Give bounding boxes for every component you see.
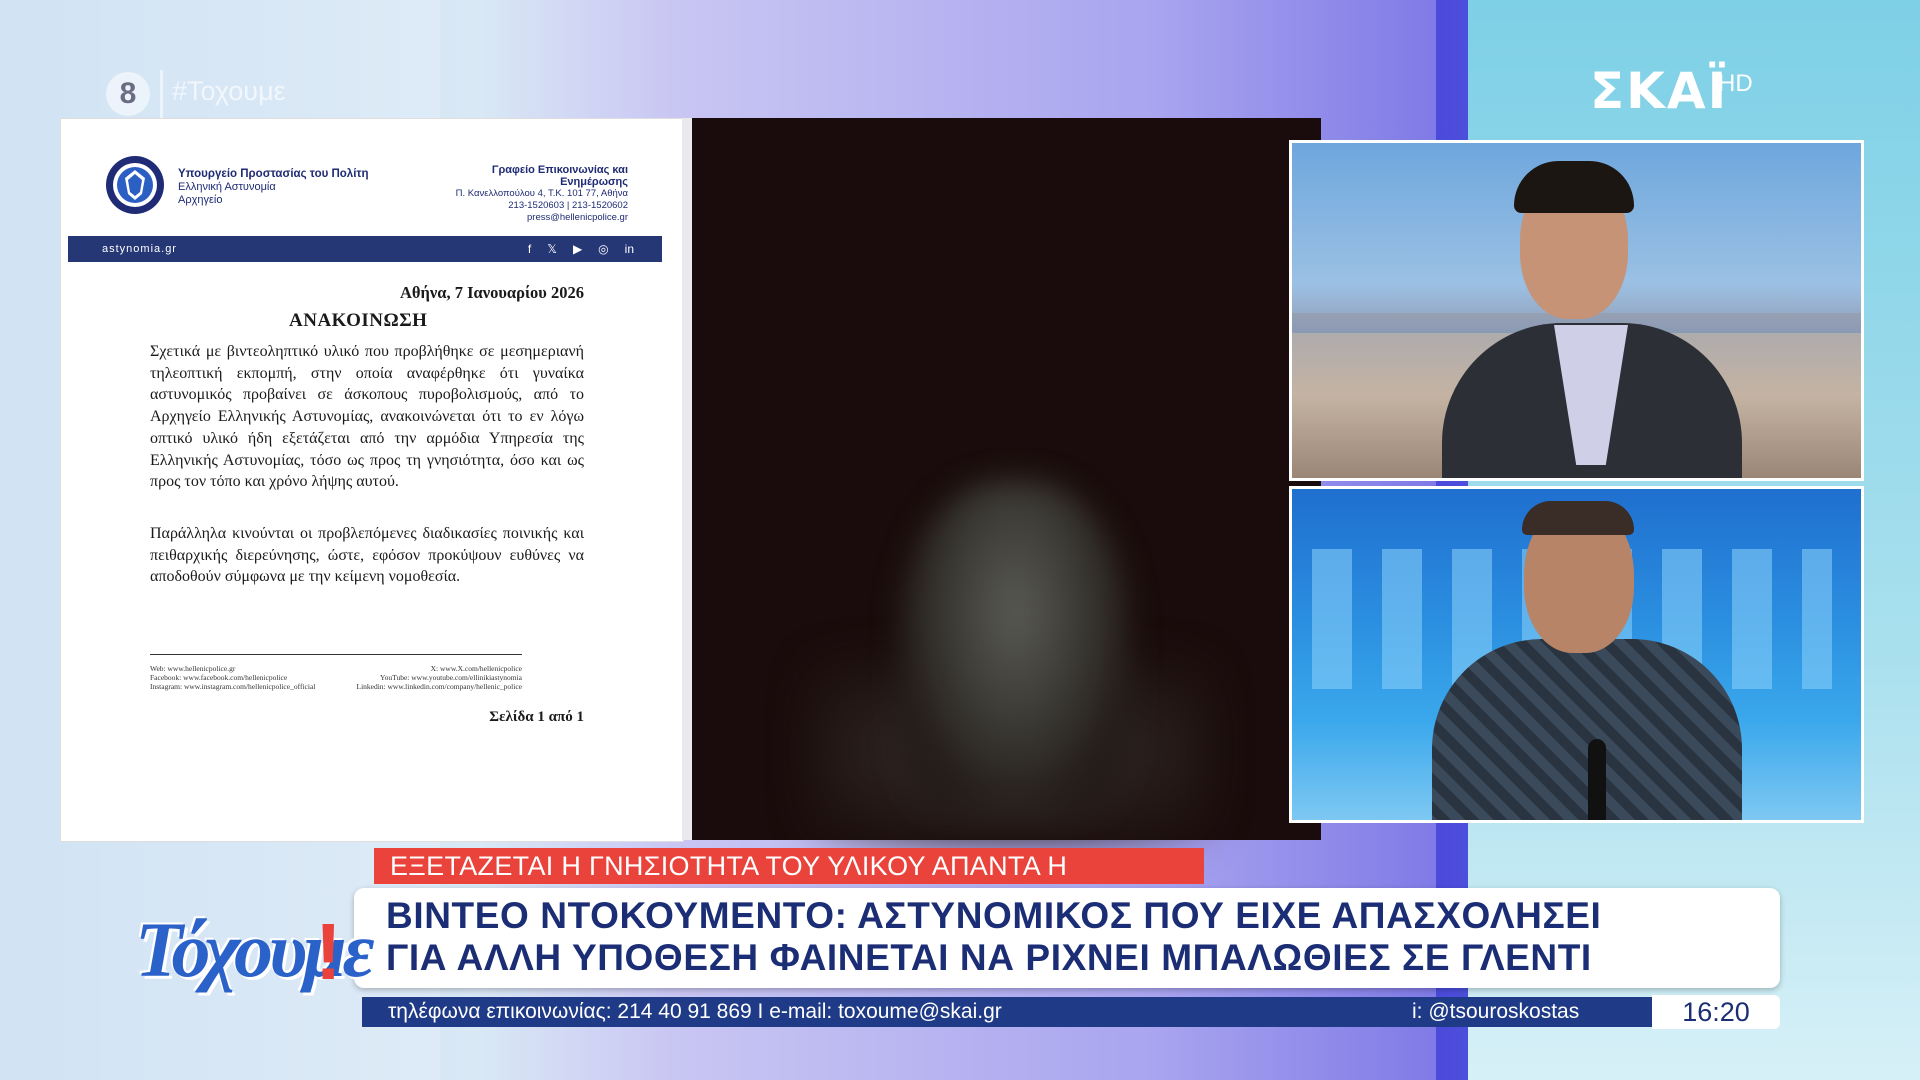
document-date: Αθήνα, 7 Ιανουαρίου 2026 xyxy=(399,283,584,302)
footer-links-left: Web: www.hellenicpolice.gr Facebook: www… xyxy=(150,664,315,691)
channel-number-badge: 8 xyxy=(106,72,150,116)
network-logo: ΣΚΑΪ xyxy=(1590,62,1729,120)
channel-separator xyxy=(160,70,163,118)
document-header-bar: astynomia.gr f 𝕏 ▶ ◎ in xyxy=(68,236,662,262)
ticker-contact: τηλέφωνα επικοινωνίας: 214 40 91 869 I e… xyxy=(388,1000,1002,1023)
guest-shirt xyxy=(1432,639,1742,820)
site-url: astynomia.gr xyxy=(102,243,177,255)
footer-link: Facebook: www.facebook.com/hellenicpolic… xyxy=(150,673,288,682)
facebook-icon: f xyxy=(527,242,532,256)
contact-ticker: τηλέφωνα επικοινωνίας: 214 40 91 869 I e… xyxy=(362,997,1652,1027)
instagram-icon: ◎ xyxy=(598,242,609,256)
ministry-line: Αρχηγείο xyxy=(178,194,223,206)
police-emblem-icon xyxy=(106,156,164,214)
ministry-block: Υπουργείο Προστασίας του Πολίτη Ελληνική… xyxy=(178,168,369,207)
network-hd-label: HD xyxy=(1718,70,1753,97)
presenter-hair xyxy=(1514,161,1634,213)
office-phone: 213-1520603 | 213-1520602 xyxy=(508,200,628,211)
guest-camera xyxy=(1289,486,1864,823)
office-block: Γραφείο Επικοινωνίας και Ενημέρωσης Π. Κ… xyxy=(430,164,628,224)
ministry-line: Ελληνική Αστυνομία xyxy=(178,181,276,193)
footer-link: Linkedin: www.linkedin.com/company/helle… xyxy=(356,682,522,691)
footer-link: Instagram: www.instagram.com/hellenicpol… xyxy=(150,682,316,691)
footer-rule xyxy=(150,654,522,655)
headline-line-1: ΒΙΝΤΕΟ ΝΤΟΚΟΥΜΕΝΤΟ: ΑΣΤΥΝΟΜΙΚΟΣ ΠΟΥ ΕΙΧΕ… xyxy=(386,895,1602,936)
footer-link: Web: www.hellenicpolice.gr xyxy=(150,664,236,673)
office-title: Γραφείο Επικοινωνίας και Ενημέρωσης xyxy=(491,164,628,188)
presenter-camera xyxy=(1289,140,1864,481)
youtube-icon: ▶ xyxy=(572,242,583,256)
show-logo-bang: ! xyxy=(315,907,342,996)
document-paragraph-1: Σχετικά με βιντεοληπτικό υλικό που προβλ… xyxy=(150,343,584,491)
channel-number: 8 xyxy=(119,77,137,110)
x-icon: 𝕏 xyxy=(547,242,557,256)
headline-line-2: ΓΙΑ ΑΛΛΗ ΥΠΟΘΕΣΗ ΦΑΙΝΕΤΑΙ ΝΑ ΡΙΧΝΕΙ ΜΠΑΛ… xyxy=(386,937,1592,978)
footer-link: X: www.X.com/hellenicpolice xyxy=(430,664,522,673)
document-edge xyxy=(682,118,692,840)
office-email: press@hellenicpolice.gr xyxy=(527,212,628,223)
ticker-handle: i: @tsouroskostas xyxy=(1412,1000,1580,1023)
show-hashtag: #Τοχουμε xyxy=(172,76,286,106)
ministry-line: Υπουργείο Προστασίας του Πολίτη xyxy=(178,168,369,180)
clock: 16:20 xyxy=(1652,995,1780,1029)
document-paragraph-2: Παράλληλα κινούνται οι προβλεπόμενες δια… xyxy=(150,525,584,586)
footer-links-right: X: www.X.com/hellenicpolice YouTube: www… xyxy=(330,664,522,691)
guest-hair xyxy=(1522,501,1634,535)
linkedin-icon: in xyxy=(624,242,634,256)
document-title: ΑΝΑΚΟΙΝΩΣΗ xyxy=(289,310,428,331)
footer-link: YouTube: www.youtube.com/ellinikiastynom… xyxy=(379,673,522,682)
topic-tag: ΕΞΕΤΑΖΕΤΑΙ Η ΓΝΗΣΙΟΤΗΤΑ ΤΟΥ ΥΛΙΚΟΥ ΑΠΑΝΤ… xyxy=(374,848,1204,917)
microphone-icon xyxy=(1588,739,1606,820)
show-logo: Τόχουμε ! xyxy=(135,900,375,1010)
office-address: Π. Κανελλοπούλου 4, Τ.Κ. 101 77, Αθήνα xyxy=(455,188,628,199)
blurred-video-figure xyxy=(900,480,1130,810)
page-number: Σελίδα 1 από 1 xyxy=(489,709,584,725)
